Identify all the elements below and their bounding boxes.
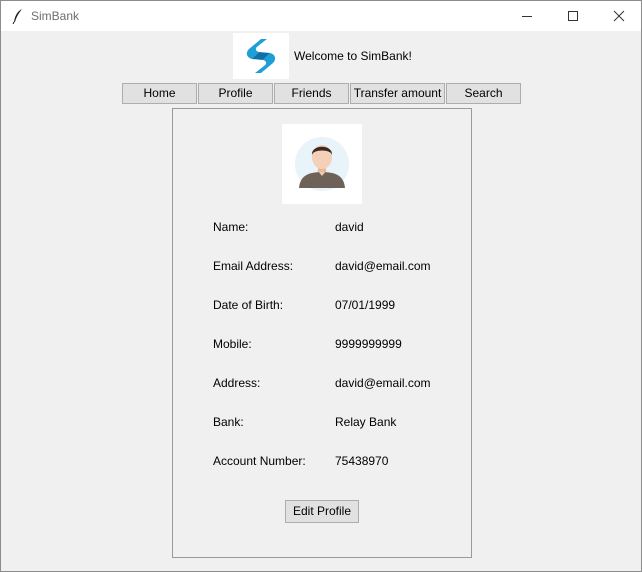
email-label: Email Address:	[213, 259, 294, 273]
app-window: SimBank Welcome to SimBank! Home Profile	[0, 0, 642, 572]
bank-value: Relay Bank	[335, 415, 397, 429]
close-icon	[613, 10, 625, 22]
email-value: david@email.com	[335, 259, 431, 273]
minimize-button[interactable]	[504, 1, 550, 31]
account-number-label: Account Number:	[213, 454, 306, 468]
window-title: SimBank	[31, 9, 80, 23]
mobile-label: Mobile:	[213, 337, 252, 351]
nav-search-button[interactable]: Search	[446, 83, 521, 104]
nav-home-button[interactable]: Home	[122, 83, 197, 104]
address-value: david@email.com	[335, 376, 431, 390]
nav-transfer-button[interactable]: Transfer amount	[350, 83, 445, 104]
address-label: Address:	[213, 376, 261, 390]
dob-value: 07/01/1999	[335, 298, 396, 312]
name-label: Name:	[213, 220, 249, 234]
profile-panel: Name: david Email Address: david@email.c…	[172, 108, 472, 558]
mobile-value: 9999999999	[335, 337, 402, 351]
edit-profile-button[interactable]: Edit Profile	[285, 500, 359, 523]
minimize-icon	[522, 16, 532, 17]
welcome-text: Welcome to SimBank!	[294, 49, 412, 63]
dob-label: Date of Birth:	[213, 298, 284, 312]
simbank-logo-icon	[233, 33, 289, 79]
user-avatar-icon	[282, 124, 362, 204]
maximize-button[interactable]	[550, 1, 596, 31]
name-value: david	[335, 220, 364, 234]
bank-label: Bank:	[213, 415, 244, 429]
nav-friends-button[interactable]: Friends	[274, 83, 349, 104]
title-bar[interactable]: SimBank	[1, 1, 641, 31]
account-number-value: 75438970	[335, 454, 389, 468]
close-button[interactable]	[596, 1, 642, 31]
feather-icon	[12, 8, 24, 25]
nav-profile-button[interactable]: Profile	[198, 83, 273, 104]
maximize-icon	[568, 11, 578, 21]
